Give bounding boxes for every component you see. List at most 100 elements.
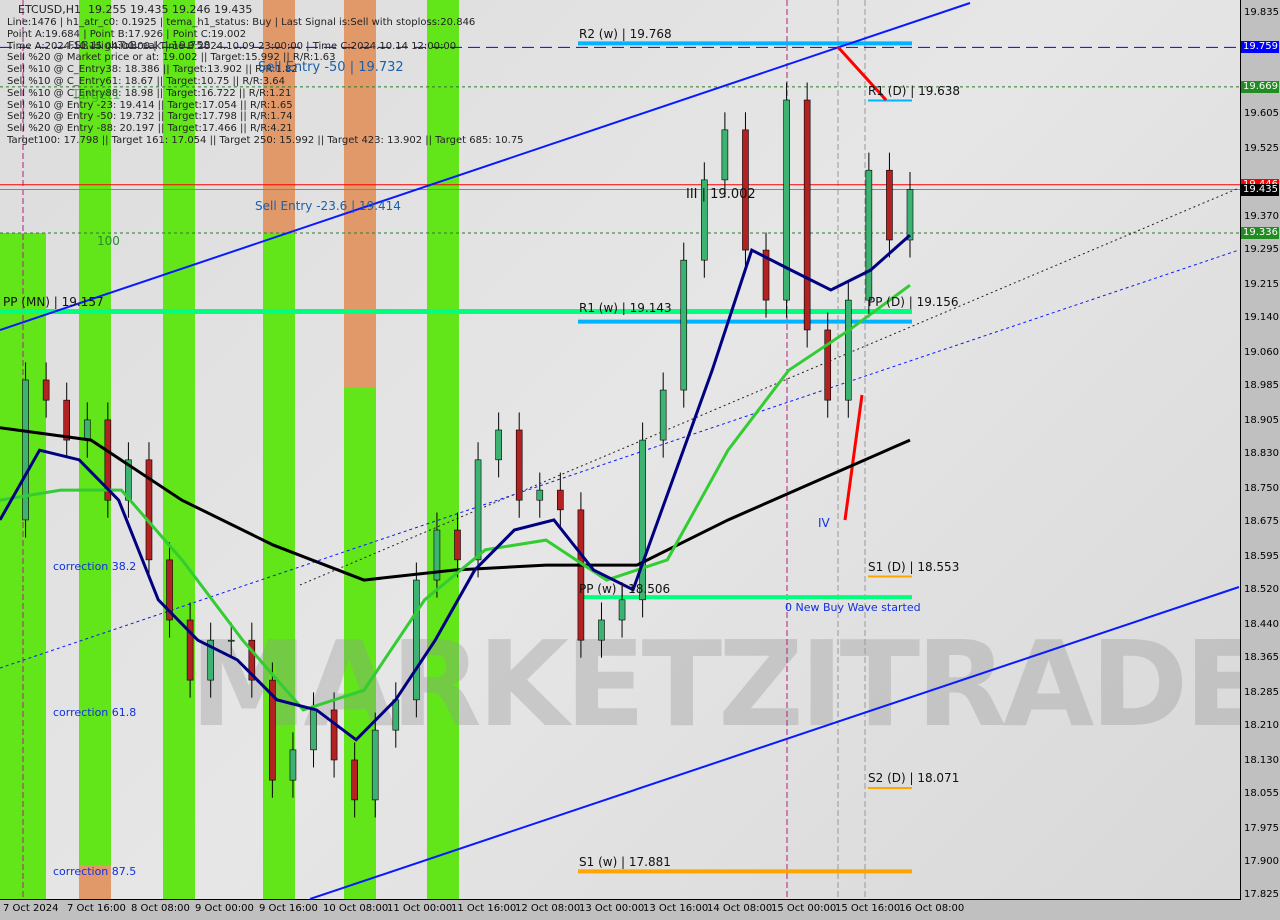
level-s1-d: S1 (D) | 18.553 [868,560,960,574]
ohlc: 19.255 19.435 19.246 19.435 [87,3,253,16]
candle-body [865,169,873,301]
y-tick-label: 19.525 [1244,143,1279,155]
y-tick-label: 18.520 [1244,584,1279,596]
x-tick-label: 13 Oct 16:00 [643,903,709,914]
candle-body [659,389,667,441]
candle-body [227,639,235,642]
info-line: Line:1476 | h1_atr_c0: 0.1925 | tema_h1_… [7,17,476,28]
y-tick-label: 17.975 [1244,823,1279,835]
new-wave-label: 0 New Buy Wave started [785,601,921,614]
candle-body [618,599,626,621]
info-line: Sell %10 @ C_Entry88: 18.98 || Target:16… [7,87,292,99]
chart-window: MARKETZITRADE ETCUSD,H1 19.255 19.435 19… [0,0,1280,920]
candle-body [145,459,153,561]
y-tick-label: 18.440 [1244,619,1279,631]
candle-body [42,379,50,401]
moving-average-1 [0,283,911,712]
candle-body [22,379,29,521]
y-tick-label: 17.900 [1244,856,1279,868]
y-tick-label: 18.055 [1244,788,1279,800]
candle-body [371,729,379,801]
info-line: Sell %10 @ C_Entry61: 18.67 || Target:10… [7,76,286,87]
x-tick-label: 9 Oct 00:00 [195,903,254,914]
channel-lower [309,586,1240,899]
candle-body [536,489,544,501]
candle-body [577,509,585,641]
candle-body [598,619,605,641]
candle-body [413,579,420,701]
y-tick-label: 18.595 [1244,551,1279,563]
x-tick-label: 11 Oct 00:00 [387,903,453,914]
x-tick-label: 12 Oct 08:00 [515,903,581,914]
correction-618: correction 61.8 [53,706,137,719]
candle-body [83,419,91,441]
x-tick-label: 13 Oct 00:00 [579,903,645,914]
x-tick-label: 10 Oct 08:00 [323,903,389,914]
y-tick-label: 19.140 [1244,311,1279,323]
candle-body [351,759,358,801]
price-tag: 19.759 [1241,41,1279,54]
info-line: Sell %20 @ Entry -88: 20.197 || Target:1… [7,123,293,135]
level-r1-d: R1 (D) | 19.638 [868,84,961,98]
y-tick-label: 18.675 [1244,516,1279,527]
candle-body [495,429,502,461]
y-tick-label: 19.060 [1244,347,1279,359]
correction-382: correction 38.2 [53,560,137,573]
candle-body [310,709,317,751]
y-tick-label: 18.750 [1244,483,1279,495]
hundred-label: 100 [97,234,120,248]
price-tag: 19.669 [1241,80,1279,93]
plot-area[interactable]: MARKETZITRADE ETCUSD,H1 19.255 19.435 19… [0,0,1241,900]
x-tick-label: 16 Oct 08:00 [899,903,965,914]
y-tick-label: 19.370 [1244,211,1279,223]
x-tick-label: 7 Oct 16:00 [67,903,126,914]
info-line: Sell %20 @ Entry -50: 19.732 || Target:1… [7,111,293,123]
y-tick-label: 18.210 [1244,720,1279,732]
candle-body [639,439,646,601]
sell-entry-236-label: Sell Entry -23.6 | 19.414 [255,199,401,213]
wave3-label: III | 19.002 [686,187,756,202]
x-tick-label: 14 Oct 08:00 [707,903,773,914]
y-tick-label: 18.985 [1244,379,1279,391]
level-pp-d: PP (D) | 19.156 [868,295,959,309]
level-s1-w: S1 (w) | 17.881 [579,855,671,869]
level-s2-d: S2 (D) | 18.071 [868,771,960,785]
candle-body [844,299,852,401]
trend-dotted [299,187,1240,586]
y-tick-label: 18.365 [1244,652,1279,664]
candle-body [289,749,297,781]
candle-body [63,399,71,441]
level-pp-mn: PP (MN) | 19.157 [3,295,104,309]
candle-body [392,699,400,731]
candle-body [557,489,564,511]
wave-line [843,394,864,521]
y-tick-label: 19.835 [1244,7,1279,18]
price-tag: 19.336 [1241,226,1279,239]
candle-body [454,529,461,561]
wave4-label: IV [818,516,830,530]
y-tick-label: 18.905 [1244,415,1279,427]
candle-body [803,99,811,331]
x-tick-label: 15 Oct 00:00 [771,903,837,914]
level-r2-w: R2 (w) | 19.768 [579,27,672,41]
level-r1-w: R1 (w) | 19.143 [579,301,672,315]
candle-body [515,429,523,501]
y-tick-label: 19.605 [1244,107,1279,119]
level-pp-w: PP (w) | 18.506 [579,582,671,596]
correction-875: correction 87.5 [53,865,137,878]
sell-entry-50-label: Sell Entry -50 | 19.732 [258,60,404,75]
candle-body [886,169,893,241]
y-tick-label: 18.285 [1244,687,1279,699]
candle-body [906,189,914,241]
candle-body [680,259,688,391]
x-tick-label: 8 Oct 08:00 [131,903,190,914]
candle-body [721,129,729,181]
candle-body [474,459,482,561]
y-tick-label: 19.215 [1244,279,1279,291]
y-tick-label: 19.295 [1244,243,1279,255]
candle-body [824,329,832,401]
y-tick-label: 17.825 [1244,889,1279,900]
info-line: Sell %10 @ C_Entry38: 18.386 || Target:1… [7,64,298,76]
x-tick-label: 15 Oct 16:00 [835,903,901,914]
x-tick-label: 9 Oct 16:00 [259,903,318,914]
